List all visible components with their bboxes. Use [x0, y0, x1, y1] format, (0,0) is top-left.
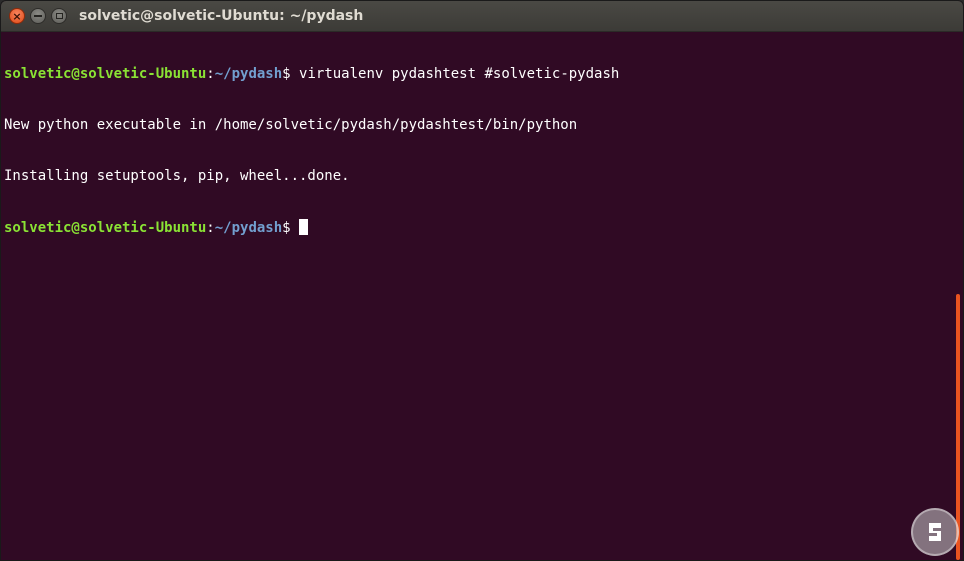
minimize-icon [34, 15, 42, 17]
terminal-line: solvetic@solvetic-Ubuntu:~/pydash$ virtu… [4, 66, 953, 83]
terminal-window: × solvetic@solvetic-Ubuntu: ~/pydash sol… [0, 0, 964, 561]
command-text: virtualenv pydashtest #solvetic-pydash [299, 66, 620, 82]
terminal-output[interactable]: solvetic@solvetic-Ubuntu:~/pydash$ virtu… [1, 32, 953, 560]
close-icon: × [12, 9, 22, 23]
prompt-path: ~/pydash [214, 220, 283, 236]
maximize-icon [55, 13, 63, 19]
terminal-line: New python executable in /home/solvetic/… [4, 117, 953, 134]
close-button[interactable]: × [9, 8, 25, 24]
terminal-line: Installing setuptools, pip, wheel...done… [4, 168, 953, 185]
prompt-user: solvetic@solvetic-Ubuntu [4, 220, 207, 236]
prompt-symbol: $ [282, 220, 300, 236]
output-text: Installing setuptools, pip, wheel...done… [4, 168, 350, 184]
scrollbar-thumb[interactable] [956, 294, 960, 560]
title-bar[interactable]: × solvetic@solvetic-Ubuntu: ~/pydash [1, 1, 963, 32]
prompt-symbol: $ [282, 66, 300, 82]
text-cursor [299, 219, 309, 235]
window-title: solvetic@solvetic-Ubuntu: ~/pydash [79, 8, 364, 24]
solvetic-logo-icon [911, 508, 959, 556]
prompt-separator: : [206, 66, 215, 82]
minimize-button[interactable] [30, 8, 46, 24]
output-text: New python executable in /home/solvetic/… [4, 117, 578, 133]
prompt-user: solvetic@solvetic-Ubuntu [4, 66, 207, 82]
terminal-line: solvetic@solvetic-Ubuntu:~/pydash$ [4, 219, 953, 236]
prompt-separator: : [206, 220, 215, 236]
maximize-button[interactable] [51, 8, 67, 24]
prompt-path: ~/pydash [214, 66, 283, 82]
scrollbar[interactable] [953, 32, 963, 560]
